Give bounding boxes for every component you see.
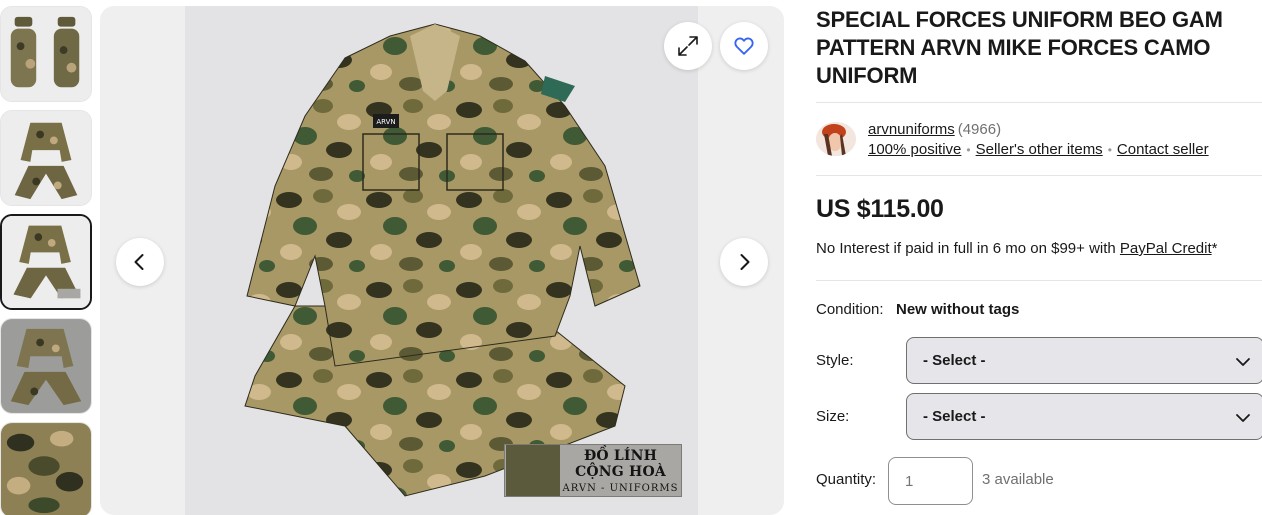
main-image-viewer: ARVN ĐỒ LÍNH CỘNG HOÀ ARVN - UNIFORMS [100, 6, 784, 515]
divider [816, 175, 1262, 176]
seller-avatar[interactable] [816, 122, 856, 156]
chevron-down-icon [1236, 414, 1250, 422]
size-select-value: - Select - [923, 408, 986, 425]
thumbnail-5[interactable] [0, 422, 92, 515]
listing-title: SPECIAL FORCES UNIFORM BEO GAM PATTERN A… [816, 7, 1223, 88]
feedback-count: (4966) [957, 121, 1002, 138]
style-label: Style: [816, 352, 854, 369]
divider [816, 280, 1262, 281]
seller-name-row: arvnuniforms (4966) [868, 121, 1001, 138]
thumbnail-image [1, 7, 91, 101]
separator-dot: • [1107, 143, 1112, 157]
divider [816, 102, 1262, 103]
heart-icon [734, 37, 754, 55]
expand-icon [678, 36, 698, 56]
next-image-button[interactable] [720, 238, 768, 286]
thumbnail-image [1, 319, 91, 413]
thumbnail-image [2, 216, 90, 308]
positive-feedback-link[interactable]: 100% positive [868, 141, 961, 158]
contact-seller-link[interactable]: Contact seller [1117, 141, 1209, 158]
size-label: Size: [816, 408, 850, 425]
thumbnail-1[interactable] [0, 6, 92, 102]
quantity-label: Quantity: [816, 471, 877, 488]
credit-text: No Interest if paid in full in 6 mo on $… [816, 240, 1120, 257]
price: US $115.00 [816, 195, 944, 223]
previous-image-button[interactable] [116, 238, 164, 286]
thumbnail-2[interactable] [0, 110, 92, 206]
chevron-right-icon [740, 254, 750, 270]
thumbnail-image [1, 111, 91, 205]
style-select-value: - Select - [923, 352, 986, 369]
seller-other-items-link[interactable]: Seller's other items [976, 141, 1103, 158]
paypal-credit-link[interactable]: PayPal Credit [1120, 240, 1212, 257]
thumbnail-3[interactable] [0, 214, 92, 310]
avatar-image [816, 122, 856, 156]
expand-button[interactable] [664, 22, 712, 70]
credit-suffix: * [1211, 240, 1218, 257]
watermark-title: ĐỒ LÍNH CỘNG HOÀ [575, 447, 666, 480]
condition-value: New without tags [896, 301, 1020, 318]
available-count: 3 available [982, 471, 1054, 488]
seller-card: arvnuniforms (4966) 100% positive • Seller'… [816, 119, 1262, 159]
uniform-image: ARVN [185, 6, 698, 515]
chevron-left-icon [134, 254, 144, 270]
watermark: ĐỒ LÍNH CỘNG HOÀ ARVN - UNIFORMS [504, 444, 682, 497]
product-photo: ARVN [185, 6, 698, 515]
watermark-text: ĐỒ LÍNH CỘNG HOÀ ARVN - UNIFORMS [560, 448, 681, 494]
badge-text: ARVN [376, 118, 395, 126]
watermark-subtitle: ARVN - UNIFORMS [562, 482, 679, 494]
watermark-photo [506, 445, 560, 496]
seller-name-link[interactable]: arvnuniforms [868, 121, 955, 138]
chevron-down-icon [1236, 358, 1250, 366]
condition-label: Condition: [816, 301, 884, 318]
favorite-button[interactable] [720, 22, 768, 70]
style-select[interactable]: - Select - [906, 337, 1262, 384]
size-select[interactable]: - Select - [906, 393, 1262, 440]
quantity-input[interactable] [888, 457, 973, 505]
credit-offer: No Interest if paid in full in 6 mo on $… [816, 240, 1217, 257]
separator-dot: • [966, 143, 971, 157]
thumbnail-image [1, 423, 91, 515]
thumbnail-4[interactable] [0, 318, 92, 414]
seller-links: 100% positive • Seller's other items • Conta… [868, 141, 1209, 158]
